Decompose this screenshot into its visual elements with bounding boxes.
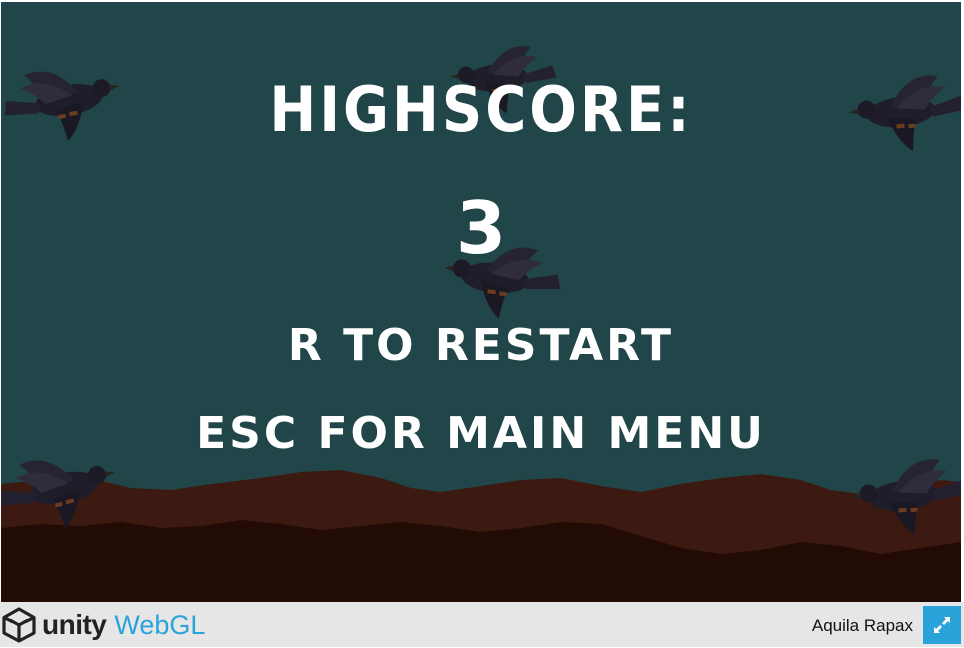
unity-wordmark: unity [42, 609, 107, 640]
game-canvas[interactable]: HIGHSCORE: 3 R TO RESTART ESC FOR MAIN M… [1, 2, 961, 602]
unity-logo: unity WebGL [0, 606, 205, 644]
highscore-value: 3 [455, 186, 507, 270]
fullscreen-button[interactable] [923, 606, 961, 644]
restart-hint: R TO RESTART [287, 320, 675, 371]
webgl-footer: unity WebGL Aquila Rapax [0, 602, 964, 647]
game-title: Aquila Rapax [811, 616, 913, 635]
unity-cube-icon [0, 606, 38, 644]
highscore-label: HIGHSCORE: [269, 74, 693, 147]
webgl-wordmark: WebGL [114, 609, 206, 640]
fullscreen-expand-icon [932, 615, 952, 635]
main-menu-hint: ESC FOR MAIN MENU [196, 408, 766, 459]
